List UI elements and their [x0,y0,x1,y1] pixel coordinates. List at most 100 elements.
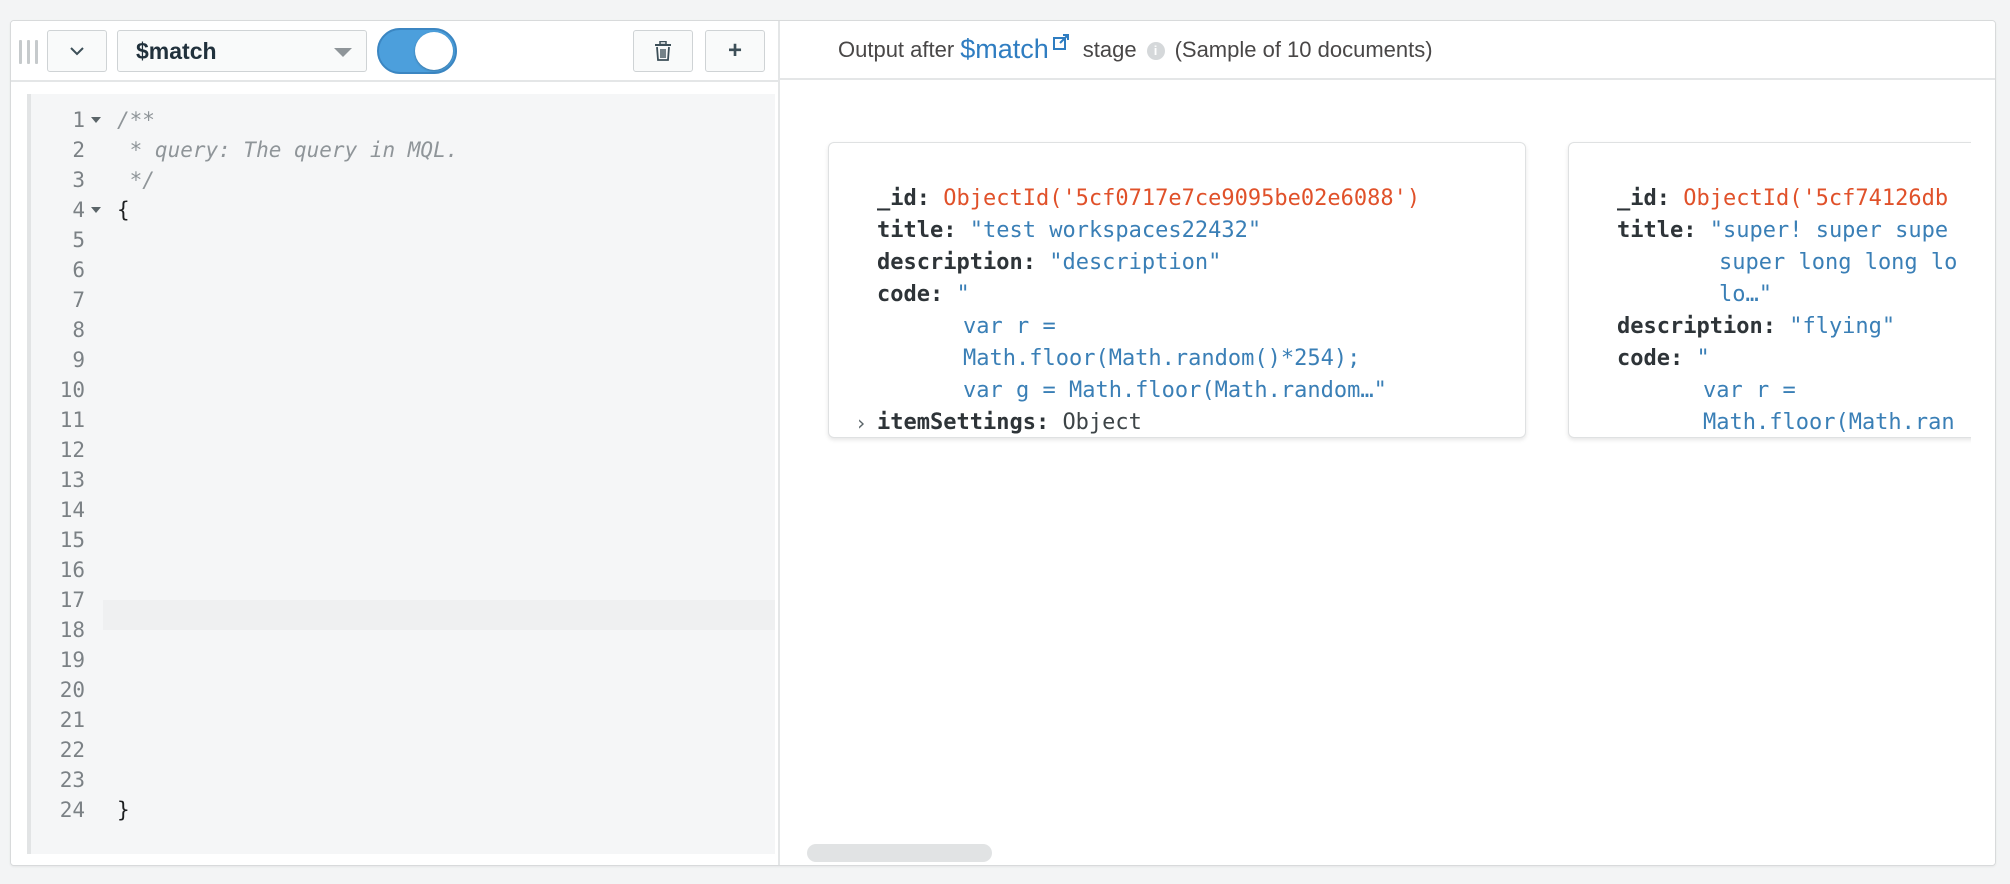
line-number: 24 [59,798,85,822]
editor-line[interactable]: 6 [31,255,775,285]
fold-toggle-icon[interactable] [91,207,101,213]
line-number: 20 [59,678,85,702]
editor-line[interactable]: 16 [31,555,775,585]
external-link-icon[interactable] [1052,33,1069,50]
doc-field-id: _id: ObjectId('5cf74126db [1617,183,1948,215]
stage-enabled-toggle[interactable] [377,28,457,74]
editor-line[interactable]: 24} [31,795,775,825]
field-key: itemSettings: [877,410,1050,435]
string-value: "super! super supe [1709,218,1949,243]
line-code: */ [117,168,155,192]
stage-output-pane: Output after $match stage i (Sample of 1… [780,21,1995,865]
code-line: Math.floor(Math.random()*254); [963,346,1361,371]
sample-count-text: (Sample of 10 documents) [1174,36,1433,62]
editor-line[interactable]: 9 [31,345,775,375]
editor-line[interactable]: 14 [31,495,775,525]
line-number: 16 [59,558,85,582]
toggle-knob [415,32,453,70]
drag-handle-icon[interactable] [19,40,41,64]
line-number: 19 [59,648,85,672]
editor-line[interactable]: 19 [31,645,775,675]
delete-stage-button[interactable] [633,30,693,72]
output-stage-word: stage [1082,36,1137,62]
line-number: 10 [59,378,85,402]
stage-operator-select[interactable]: $match [117,30,367,72]
stage-toolbar: $match + [11,21,778,82]
line-number: 2 [72,138,85,162]
line-code: /** [117,108,155,132]
editor-line[interactable]: 22 [31,735,775,765]
editor-line[interactable]: 17 [31,585,775,615]
doc-field-id: _id: ObjectId('5cf0717e7ce9095be02e6088'… [877,183,1420,215]
doc-field-code: code: " [1617,343,1710,375]
editor-line[interactable]: 1 /** [31,105,775,135]
collapse-stage-button[interactable] [47,30,107,72]
string-value: " [956,282,970,307]
code-editor[interactable]: 1/** 2 * query: The query in MQL. 3 */4{5 6… [27,94,775,854]
editor-line[interactable]: 20 [31,675,775,705]
doc-field-code: code: " [877,279,970,311]
string-value: "flying" [1789,314,1896,339]
line-number: 22 [59,738,85,762]
doc-field-itemsettings[interactable]: itemSettings: Object [877,407,1142,437]
line-number: 4 [72,198,85,222]
objectid-value: ObjectId('5cf74126db [1683,186,1949,211]
line-number: 23 [59,768,85,792]
trash-icon [655,41,671,61]
field-key: _id: [877,186,930,211]
stage-operator-value: $match [136,37,217,64]
caret-down-icon [334,48,352,57]
line-number: 5 [72,228,85,252]
editor-line[interactable]: 12 [31,435,775,465]
editor-line[interactable]: 15 [31,525,775,555]
editor-line[interactable]: 3 */ [31,165,775,195]
editor-line[interactable]: 8 [31,315,775,345]
line-number: 17 [59,588,85,612]
field-key: description: [1617,314,1776,339]
editor-line[interactable]: 10 [31,375,775,405]
code-line: var r = [963,314,1056,339]
line-number: 6 [72,258,85,282]
stage-panel: $match + 1/** 2 * query: The query in MQ… [10,20,1996,866]
editor-line[interactable]: 13 [31,465,775,495]
editor-line[interactable]: 4{ [31,195,775,225]
field-key: title: [877,218,957,243]
line-code: * query: The query in MQL. [117,138,459,162]
fold-toggle-icon[interactable] [91,117,101,123]
line-number: 3 [72,168,85,192]
editor-line[interactable]: 21 [31,705,775,735]
add-stage-button[interactable]: + [705,30,765,72]
document-card: _id: ObjectId('5cf74126db title: "super!… [1568,142,1971,438]
editor-line[interactable]: 18 [31,615,775,645]
line-code: { [117,198,130,222]
info-icon[interactable]: i [1146,41,1165,60]
chevron-right-icon[interactable]: › [855,407,867,437]
documents-list[interactable]: _id: ObjectId('5cf0717e7ce9095be02e6088'… [780,82,1971,842]
line-number: 12 [59,438,85,462]
editor-line[interactable]: 5 [31,225,775,255]
output-header: Output after $match stage i (Sample of 1… [780,21,1995,80]
horizontal-scrollbar[interactable] [807,844,992,862]
title-continuation: lo…" [1719,282,1772,307]
editor-line[interactable]: 2 * query: The query in MQL. [31,135,775,165]
line-number: 14 [59,498,85,522]
field-key: description: [877,250,1036,275]
object-value: Object [1062,410,1142,435]
objectid-value: ObjectId('5cf0717e7ce9095be02e6088') [943,186,1421,211]
editor-line[interactable]: 11 [31,405,775,435]
doc-field-title: title: "test workspaces22432" [877,215,1261,247]
add-stage-label: + [727,37,742,64]
field-key: code: [877,282,944,307]
editor-line[interactable]: 7 [31,285,775,315]
stage-docs-link[interactable]: $match [960,34,1049,65]
chevron-down-icon [70,47,84,56]
editor-line[interactable]: 23 [31,765,775,795]
line-number: 7 [72,288,85,312]
line-number: 9 [72,348,85,372]
line-number: 8 [72,318,85,342]
field-key: code: [1617,346,1684,371]
line-number: 18 [59,618,85,642]
string-value: "description" [1049,250,1222,275]
stage-editor-pane: $match + 1/** 2 * query: The query in MQ… [11,21,780,865]
line-number: 11 [59,408,85,432]
